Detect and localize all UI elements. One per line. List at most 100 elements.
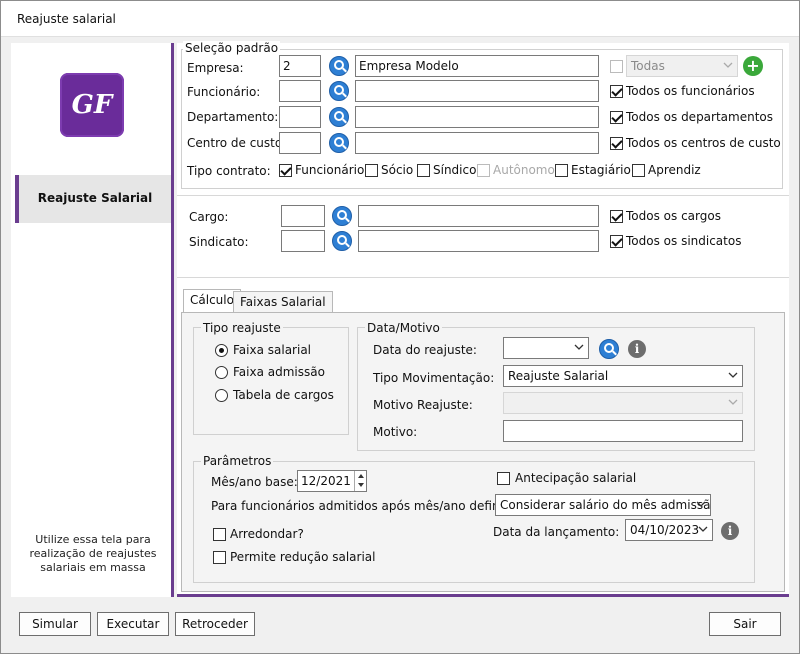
todos-funcionarios-label: Todos os funcionários — [626, 84, 755, 98]
data-lancamento-picker[interactable]: 04/10/2023 — [625, 519, 713, 541]
separator — [177, 195, 789, 196]
todas-combo[interactable]: Todas — [626, 55, 738, 77]
todos-cargos-label: Todos os cargos — [626, 209, 721, 223]
antecipacao-checkbox[interactable] — [497, 472, 510, 485]
mes-ano-base-input[interactable]: 12/2021 — [297, 470, 367, 492]
title-bar: Reajuste salarial — [1, 1, 799, 37]
admitidos-label: Para funcionários admitidos após mês/ano… — [211, 499, 522, 513]
logo-text: GF — [71, 90, 113, 120]
departamento-search-icon[interactable] — [329, 107, 349, 127]
faixa-admissao-label: Faixa admissão — [233, 365, 325, 379]
arredondar-checkbox[interactable] — [213, 528, 226, 541]
motivo-reajuste-select[interactable] — [503, 392, 743, 414]
reducao-salarial-checkbox[interactable] — [213, 551, 226, 564]
contrato-autonomo-checkbox[interactable] — [477, 164, 490, 177]
antecipacao-label: Antecipação salarial — [515, 471, 637, 485]
chevron-down-icon — [723, 62, 733, 68]
mes-ano-base-value: 12/2021 — [301, 474, 351, 488]
reducao-salarial-label: Permite redução salarial — [230, 550, 376, 564]
todos-sindicatos-checkbox[interactable] — [610, 235, 623, 248]
todas-checkbox[interactable] — [610, 60, 623, 73]
mes-ano-base-label: Mês/ano base: — [211, 475, 298, 489]
cargo-code-input[interactable] — [281, 205, 325, 227]
empresa-search-icon[interactable] — [329, 56, 349, 76]
main-window: Reajuste salarial GF Reajuste Salarial U… — [0, 0, 800, 654]
todos-centros-checkbox[interactable] — [610, 137, 623, 150]
data-lancamento-value: 04/10/2023 — [630, 523, 700, 537]
contrato-funcionario-checkbox[interactable] — [279, 164, 292, 177]
motivo-label: Motivo: — [373, 425, 418, 439]
faixa-salarial-radio[interactable] — [215, 344, 228, 357]
add-icon[interactable]: + — [743, 56, 763, 76]
mes-ano-spinner[interactable] — [354, 471, 366, 491]
sidebar-item-reajuste-salarial[interactable]: Reajuste Salarial — [15, 175, 171, 223]
tipo-movimentacao-label: Tipo Movimentação: — [373, 371, 495, 385]
tipo-movimentacao-value: Reajuste Salarial — [508, 369, 609, 383]
sindicato-name-input[interactable] — [358, 230, 599, 252]
contrato-estagiario-checkbox[interactable] — [555, 164, 568, 177]
tabela-cargos-label: Tabela de cargos — [233, 388, 334, 402]
contrato-funcionario-label: Funcionário — [295, 163, 365, 177]
contrato-aprendiz-checkbox[interactable] — [632, 164, 645, 177]
data-lancamento-label: Data da lançamento: — [493, 525, 620, 539]
bottom-toolbar: Simular Executar Retroceder Sair — [1, 601, 799, 653]
empresa-label: Empresa: — [187, 61, 244, 75]
empresa-code-input[interactable]: 2 — [279, 55, 321, 77]
sindicato-search-icon[interactable] — [332, 231, 352, 251]
data-reajuste-picker[interactable] — [503, 337, 589, 359]
sindicato-code-input[interactable] — [281, 230, 325, 252]
todos-departamentos-label: Todos os departamentos — [626, 110, 774, 124]
executar-button[interactable]: Executar — [97, 612, 169, 636]
motivo-input[interactable] — [503, 420, 743, 442]
simular-button[interactable]: Simular — [19, 612, 91, 636]
selecao-padrao-title: Seleção padrão — [183, 41, 281, 55]
data-reajuste-label: Data do reajuste: — [373, 343, 477, 357]
sidebar-note: Utilize essa tela para realização de rea… — [29, 533, 157, 574]
centro-custo-label: Centro de custo: — [187, 136, 287, 150]
funcionario-search-icon[interactable] — [329, 81, 349, 101]
todos-funcionarios-checkbox[interactable] — [610, 85, 623, 98]
contrato-autonomo-label: Autônomo — [493, 163, 555, 177]
funcionario-name-input[interactable] — [355, 80, 599, 102]
todos-departamentos-checkbox[interactable] — [610, 111, 623, 124]
info-icon[interactable]: i — [721, 522, 739, 540]
departamento-label: Departamento: — [187, 110, 279, 124]
cargo-label: Cargo: — [189, 210, 229, 224]
departamento-name-input[interactable] — [355, 106, 599, 128]
contrato-socio-label: Sócio — [381, 163, 414, 177]
chevron-down-icon — [698, 526, 708, 532]
departamento-code-input[interactable] — [279, 106, 321, 128]
admitidos-select[interactable]: Considerar salário do mês admissão — [495, 494, 711, 516]
chevron-down-icon — [728, 399, 738, 405]
admitidos-value: Considerar salário do mês admissão — [500, 498, 711, 512]
todas-combo-value: Todas — [631, 59, 665, 73]
todos-cargos-checkbox[interactable] — [610, 210, 623, 223]
cargo-search-icon[interactable] — [332, 206, 352, 226]
tipo-contrato-label: Tipo contrato: — [187, 164, 271, 178]
sair-button[interactable]: Sair — [709, 612, 781, 636]
arredondar-label: Arredondar? — [230, 527, 304, 541]
contrato-socio-checkbox[interactable] — [365, 164, 378, 177]
app-logo: GF — [60, 73, 124, 137]
contrato-sindico-label: Síndico — [433, 163, 477, 177]
info-icon[interactable]: i — [628, 340, 646, 358]
sidebar-item-label: Reajuste Salarial — [37, 191, 153, 205]
centro-custo-code-input[interactable] — [279, 132, 321, 154]
centro-custo-search-icon[interactable] — [329, 133, 349, 153]
centro-custo-name-input[interactable] — [355, 132, 599, 154]
tabela-cargos-radio[interactable] — [215, 389, 228, 402]
faixa-admissao-radio[interactable] — [215, 366, 228, 379]
main-panel: Seleção padrão Empresa: 2 Empresa Modelo… — [177, 41, 789, 597]
tab-faixas-salarial[interactable]: Faixas Salarial — [233, 291, 333, 313]
contrato-estagiario-label: Estagiário — [571, 163, 631, 177]
chevron-down-icon — [574, 344, 584, 350]
cargo-name-input[interactable] — [358, 205, 599, 227]
motivo-reajuste-label: Motivo Reajuste: — [373, 398, 473, 412]
todos-sindicatos-label: Todos os sindicatos — [626, 234, 742, 248]
tipo-movimentacao-select[interactable]: Reajuste Salarial — [503, 365, 743, 387]
empresa-name-input[interactable]: Empresa Modelo — [355, 55, 599, 77]
funcionario-code-input[interactable] — [279, 80, 321, 102]
contrato-sindico-checkbox[interactable] — [417, 164, 430, 177]
retroceder-button[interactable]: Retroceder — [175, 612, 255, 636]
data-reajuste-search-icon[interactable] — [599, 339, 619, 359]
